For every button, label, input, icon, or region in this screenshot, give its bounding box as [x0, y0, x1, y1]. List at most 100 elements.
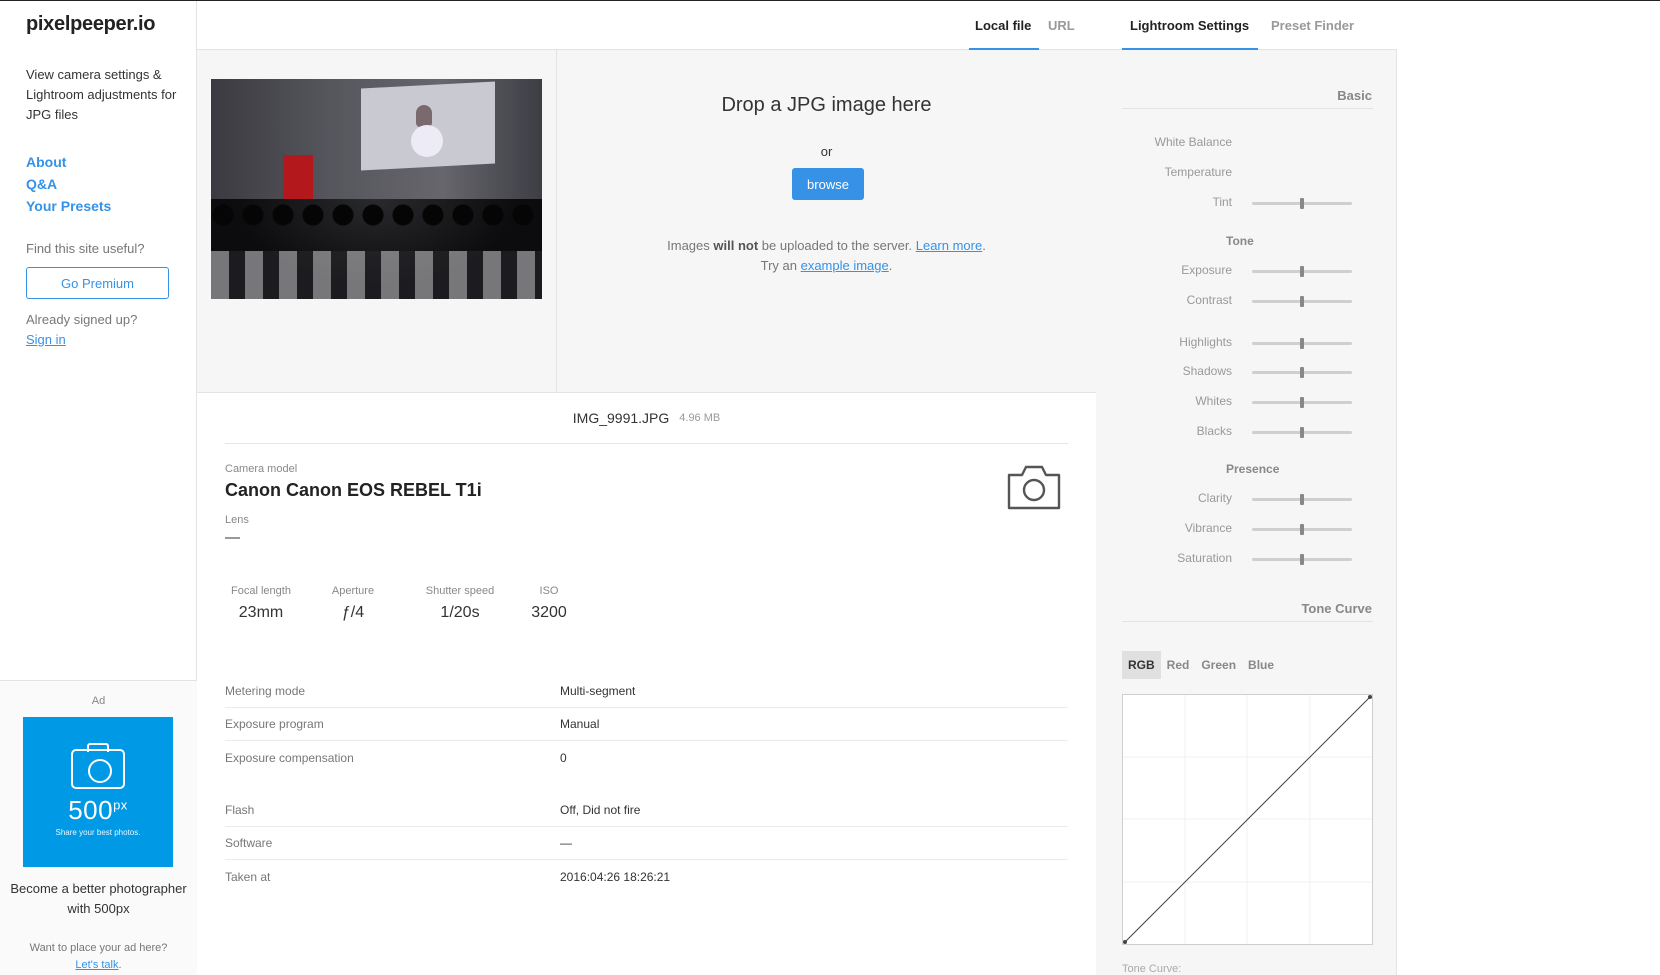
slider-track[interactable] — [1252, 198, 1352, 209]
curve-tab-green[interactable]: Green — [1195, 651, 1242, 679]
tone-curve-rule — [1122, 621, 1373, 622]
browse-button[interactable]: browse — [792, 168, 864, 200]
exif-details: Metering mode Multi-segment Exposure prog… — [225, 675, 1068, 893]
spec-focal-length: Focal length 23mm — [231, 585, 291, 621]
slider-handle[interactable] — [1300, 296, 1304, 307]
slider-vibrance: Vibrance — [1122, 520, 1373, 538]
ad-label: Ad — [91, 695, 106, 707]
ad-camera-icon — [71, 743, 125, 789]
temperature-row: Temperature — [1164, 165, 1232, 179]
panel-tabs: Lightroom Settings Preset Finder — [1096, 1, 1397, 50]
detail-row: Exposure program Manual — [225, 708, 1068, 741]
ad-text[interactable]: Become a better photographer with 500px — [0, 879, 197, 919]
site-tagline: View camera settings & Lightroom adjustm… — [26, 67, 177, 122]
spec-shutter-speed: Shutter speed 1/20s — [425, 585, 495, 621]
tone-curve-title: Tone Curve — [1301, 601, 1372, 616]
slider-handle[interactable] — [1300, 554, 1304, 565]
camera-model-label: Camera model — [225, 463, 298, 475]
slider-handle[interactable] — [1300, 397, 1304, 408]
sidebar-nav: About Q&A Your Presets — [26, 151, 111, 217]
ad-brand: 500px — [68, 795, 128, 825]
basic-section-title: Basic — [1337, 88, 1372, 103]
tone-group-title: Tone — [1226, 234, 1254, 248]
spec-iso: ISO 3200 — [531, 585, 567, 621]
drop-zone-title[interactable]: Drop a JPG image here — [557, 94, 1096, 117]
slider-handle[interactable] — [1300, 367, 1304, 378]
ad-slogan: Share your best photos. — [55, 828, 141, 837]
slider-clarity: Clarity — [1122, 490, 1373, 508]
slider-saturation: Saturation — [1122, 550, 1373, 568]
source-tabs: Local file URL — [197, 1, 1096, 50]
file-name: IMG_9991.JPG — [572, 410, 670, 426]
ad-banner[interactable]: 500px Share your best photos. — [23, 717, 173, 867]
slider-handle[interactable] — [1300, 338, 1304, 349]
slider-track[interactable] — [1252, 427, 1352, 438]
lightroom-panel: Lightroom Settings Preset Finder Basic W… — [1096, 1, 1397, 975]
curve-tab-red[interactable]: Red — [1161, 651, 1196, 679]
go-premium-button[interactable]: Go Premium — [26, 267, 169, 299]
learn-more-link[interactable]: Learn more — [916, 238, 982, 253]
slider-handle[interactable] — [1300, 524, 1304, 535]
tone-curve-graph[interactable] — [1122, 694, 1373, 945]
slider-track[interactable] — [1252, 296, 1352, 307]
detail-row: Software — — [225, 827, 1068, 860]
detail-row: Exposure compensation 0 — [225, 750, 567, 765]
page-background — [1397, 1, 1660, 975]
slider-track[interactable] — [1252, 338, 1352, 349]
example-image-link[interactable]: example image — [801, 258, 889, 273]
lets-talk-link[interactable]: Let's talk — [75, 959, 118, 971]
tab-preset-finder[interactable]: Preset Finder — [1271, 18, 1354, 33]
camera-model-value: Canon Canon EOS REBEL T1i — [225, 480, 482, 500]
sidebar: pixelpeeper.io View camera settings & Li… — [0, 1, 197, 975]
slider-exposure: Exposure — [1122, 262, 1373, 280]
slider-handle[interactable] — [1300, 266, 1304, 277]
slider-track[interactable] — [1252, 554, 1352, 565]
camera-icon — [1007, 465, 1061, 510]
upload-note: Images will not be uploaded to the serve… — [667, 238, 986, 273]
nav-link-your-presets[interactable]: Your Presets — [26, 195, 111, 217]
ad-place-text: Want to place your ad here? Let's talk. — [29, 942, 168, 971]
file-info: IMG_9991.JPG 4.96 MB — [225, 393, 1068, 444]
tab-local-file[interactable]: Local file — [975, 18, 1031, 33]
slider-contrast: Contrast — [1122, 292, 1373, 310]
tone-curve-footer: Tone Curve: — [1122, 963, 1182, 975]
ad-box: Ad 500px Share your best photos. Become … — [0, 680, 197, 975]
slider-shadows: Shadows — [1122, 363, 1373, 381]
slider-handle[interactable] — [1300, 198, 1304, 209]
sign-in-link[interactable]: Sign in — [26, 332, 66, 347]
basic-section-rule — [1122, 108, 1373, 109]
detail-row: Metering mode Multi-segment — [225, 675, 1068, 708]
drop-or-text: or — [820, 144, 833, 159]
curve-tab-rgb[interactable]: RGB — [1122, 651, 1161, 679]
slider-track[interactable] — [1252, 524, 1352, 535]
slider-track[interactable] — [1252, 494, 1352, 505]
lens-label: Lens — [225, 514, 249, 526]
slider-blacks: Blacks — [1122, 423, 1373, 441]
nav-link-qa[interactable]: Q&A — [26, 173, 111, 195]
file-size: 4.96 MB — [679, 412, 721, 424]
preview-pane — [197, 50, 557, 393]
slider-tint: Tint — [1122, 194, 1373, 212]
upload-area: Drop a JPG image here or browse Images w… — [197, 50, 1096, 393]
slider-handle[interactable] — [1300, 494, 1304, 505]
tab-url[interactable]: URL — [1048, 18, 1075, 33]
site-logo[interactable]: pixelpeeper.io — [26, 13, 156, 36]
lens-value: — — [225, 529, 240, 546]
active-panel-tab-indicator — [1122, 48, 1258, 50]
curve-tab-blue[interactable]: Blue — [1242, 651, 1280, 679]
slider-handle[interactable] — [1300, 427, 1304, 438]
slider-track[interactable] — [1252, 367, 1352, 378]
useful-prompt: Find this site useful? — [26, 241, 145, 256]
tab-lightroom-settings[interactable]: Lightroom Settings — [1130, 18, 1249, 33]
spec-aperture: Aperture ƒ/4 — [331, 585, 375, 621]
detail-row: Flash Off, Did not fire — [225, 794, 1068, 827]
slider-track[interactable] — [1252, 266, 1352, 277]
slider-track[interactable] — [1252, 397, 1352, 408]
nav-link-about[interactable]: About — [26, 151, 111, 173]
curve-channel-tabs: RGB Red Green Blue — [1122, 651, 1280, 679]
main-column: Local file URL Drop a JPG image here or … — [197, 1, 1096, 975]
presence-group-title: Presence — [1226, 462, 1280, 476]
white-balance-row: White Balance — [1154, 135, 1232, 149]
slider-highlights: Highlights — [1122, 334, 1373, 352]
slider-whites: Whites — [1122, 393, 1373, 411]
